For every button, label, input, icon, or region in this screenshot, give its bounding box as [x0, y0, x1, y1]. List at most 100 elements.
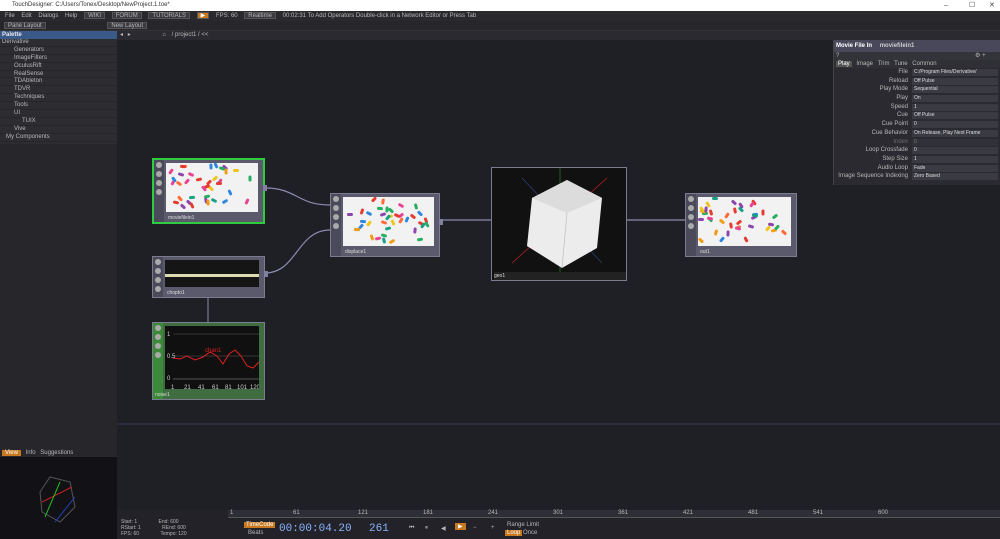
node-geo1[interactable]: geo1 — [491, 167, 627, 281]
output-connector[interactable] — [264, 271, 268, 277]
timecode-display[interactable]: 00:00:04.20 — [279, 523, 352, 535]
param-field[interactable]: On Release, Play Next Frame — [912, 129, 998, 137]
plus-icon[interactable]: + — [982, 53, 986, 59]
param-field[interactable]: 1 — [912, 155, 998, 163]
param-field[interactable]: C:/Program Files/Derivative/ — [912, 69, 998, 76]
jellybean — [244, 198, 251, 205]
close-icon[interactable]: ✕ — [989, 0, 995, 11]
minimize-icon[interactable]: – — [944, 0, 948, 11]
new-layout-tab[interactable]: New Layout — [107, 22, 148, 29]
palette-item[interactable]: TDVR — [0, 86, 117, 95]
output-connector[interactable] — [263, 185, 267, 191]
param-field[interactable]: Fade — [912, 164, 998, 172]
palette-item[interactable]: My Components — [0, 134, 117, 142]
wiki-button[interactable]: WIKI — [84, 12, 106, 19]
tab-image[interactable]: Image — [856, 61, 873, 67]
tab-info[interactable]: Info — [26, 450, 36, 456]
param-field[interactable]: On — [912, 95, 998, 103]
step-forward-icon[interactable]: + — [491, 525, 495, 531]
palette-item[interactable]: TUIX — [0, 118, 117, 126]
palette-item[interactable]: Vive — [0, 126, 117, 134]
jellybean — [761, 209, 765, 216]
node-viewer-jellybeans — [698, 197, 791, 246]
jellybean — [726, 230, 730, 237]
op-name-field[interactable]: moviefilein1 — [880, 43, 915, 49]
node-displace1[interactable]: displace1 — [330, 193, 443, 257]
frame-display[interactable]: 261 — [369, 523, 389, 535]
jellybean — [712, 197, 719, 201]
palette-item[interactable]: TDAbleton — [0, 78, 117, 87]
x-tick: 101 — [237, 385, 248, 389]
jellybean — [713, 229, 718, 237]
node-out1[interactable]: out1 — [685, 193, 797, 257]
gear-icon[interactable]: ⚙ — [975, 53, 980, 59]
param-field[interactable]: 1 — [912, 103, 998, 111]
back-icon[interactable]: ◂ — [120, 32, 123, 38]
node-flags[interactable] — [686, 194, 696, 256]
window-titlebar: TouchDesigner: C:/Users/Tonex/Desktop/Ne… — [0, 0, 1000, 11]
fps-value[interactable]: 60 — [134, 531, 140, 537]
forum-button[interactable]: FORUM — [111, 12, 142, 19]
tab-tune[interactable]: Tune — [894, 61, 907, 67]
node-flags[interactable] — [331, 194, 341, 256]
tab-trim[interactable]: Trim — [878, 61, 890, 67]
forward-icon[interactable]: ▸ — [128, 32, 131, 38]
node-flags[interactable] — [153, 257, 163, 297]
tab-suggestions[interactable]: Suggestions — [40, 450, 73, 456]
ruler-tick: 181 — [423, 510, 434, 516]
tempo-value[interactable]: 120 — [178, 531, 186, 537]
timeline-ruler[interactable]: 1 61 121 181 241 301 361 421 481 541 600 — [228, 510, 1000, 518]
once-toggle[interactable]: Once — [523, 530, 537, 536]
menu-help[interactable]: Help — [65, 13, 77, 19]
output-connector[interactable] — [439, 219, 443, 225]
tab-view[interactable]: View — [2, 450, 21, 456]
param-label: Speed — [890, 103, 908, 110]
param-row-file: File C:/Program Files/Derivative/ — [834, 68, 1000, 77]
node-chopto1[interactable]: chopto1 — [152, 256, 268, 298]
menu-file[interactable]: File — [5, 13, 15, 19]
param-field[interactable]: Sequential — [912, 86, 998, 94]
loop-toggle[interactable]: Loop — [505, 530, 523, 536]
transport-back-icon[interactable]: ◀ — [441, 525, 446, 532]
param-field[interactable]: 0 — [912, 138, 998, 146]
palette-item[interactable]: Derivative — [0, 39, 117, 47]
palette-item[interactable]: Techniques — [0, 94, 117, 103]
pane-layout-button[interactable]: Pane Layout — [4, 22, 46, 29]
network-path[interactable]: / project1 / << — [172, 32, 209, 38]
node-name: displace1 — [345, 249, 367, 255]
help-icon[interactable]: ? — [836, 53, 839, 59]
node-flags[interactable] — [153, 323, 163, 399]
timecode-toggle[interactable]: TimeCode — [244, 522, 276, 528]
node-moviefilein1[interactable]: moviefilein1 — [152, 158, 267, 224]
menu-dialogs[interactable]: Dialogs — [38, 13, 58, 19]
palette-item[interactable]: UI — [0, 110, 117, 118]
maximize-icon[interactable]: ☐ — [969, 0, 975, 11]
jellybean — [413, 202, 418, 210]
tab-common[interactable]: Common — [912, 61, 936, 67]
perform-mode-button[interactable]: ▶ — [196, 12, 210, 19]
node-noise1[interactable]: 1 0.5 0 chan1 1 21 41 61 81 101 120 nois… — [152, 322, 265, 400]
transport-play-icon[interactable]: ▶ — [455, 523, 466, 530]
step-back-icon[interactable]: − — [473, 525, 477, 531]
param-field[interactable]: 0 — [912, 121, 998, 129]
palette-item[interactable]: ImageFilters — [0, 55, 117, 63]
palette-item[interactable]: Tools — [0, 102, 117, 111]
menu-edit[interactable]: Edit — [21, 13, 31, 19]
ruler-tick: 1 — [230, 510, 234, 516]
param-field[interactable]: 0 — [912, 147, 998, 155]
transport-pause-icon[interactable]: ⏸ — [425, 525, 428, 532]
transport-start-icon[interactable]: ⏮ — [409, 525, 414, 532]
palette-item[interactable]: Generators — [0, 47, 117, 55]
realtime-toggle[interactable]: Realtime — [244, 12, 276, 19]
node-flags[interactable] — [154, 160, 164, 222]
param-field[interactable]: Zero Based — [912, 173, 998, 181]
param-field[interactable]: Off Pulse — [912, 77, 998, 85]
tutorials-button[interactable]: TUTORIALS — [148, 12, 190, 19]
tab-play[interactable]: Play — [836, 61, 852, 67]
home-icon[interactable]: ⌂ — [162, 32, 166, 38]
palette-item[interactable]: RealSense — [0, 71, 117, 79]
beats-toggle[interactable]: Beats — [248, 530, 263, 536]
jellybean — [698, 217, 705, 222]
param-field[interactable]: Off Pulse — [912, 112, 998, 120]
palette-item[interactable]: OculusRift — [0, 63, 117, 71]
